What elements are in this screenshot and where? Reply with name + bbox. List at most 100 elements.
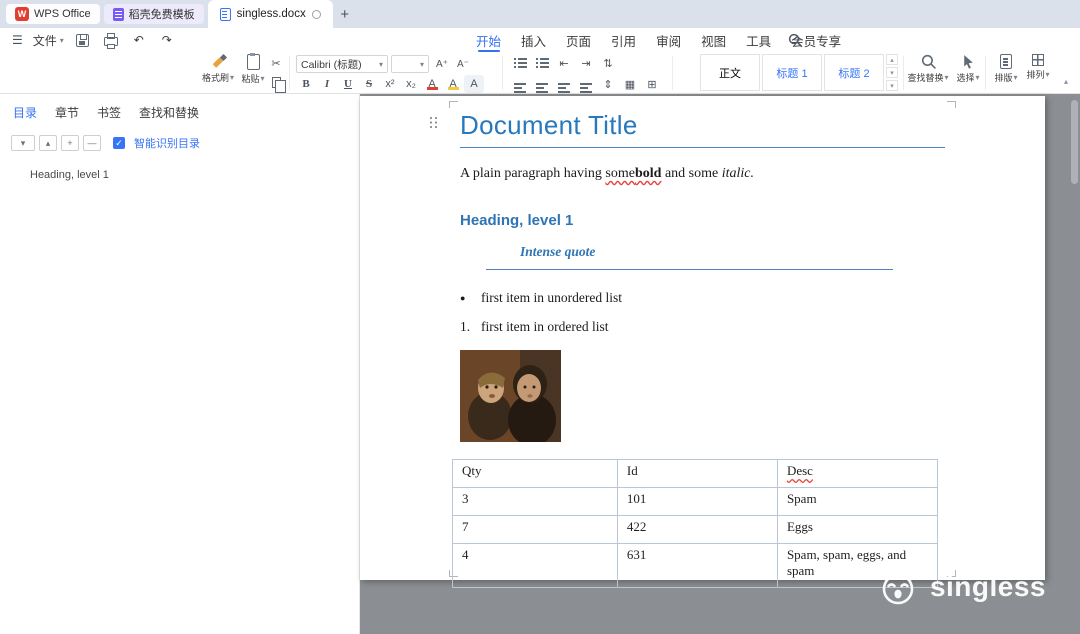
toc-zoom-in-button[interactable]: + [61, 135, 79, 151]
format-painter-button[interactable]: 格式刷▾ [202, 54, 234, 92]
highlight-button[interactable]: A [443, 75, 463, 93]
table-header-cell[interactable]: Id [617, 460, 777, 488]
shrink-font-button[interactable]: A⁻ [453, 55, 473, 73]
tab-references[interactable]: 引用 [601, 28, 646, 52]
toc-collapse-button[interactable]: ▴ [39, 135, 57, 151]
table-cell[interactable]: 3 [453, 488, 618, 516]
table-cell[interactable]: Eggs [777, 516, 937, 544]
smart-toc-checkbox[interactable]: ✓ [113, 137, 125, 149]
vertical-scrollbar[interactable] [1071, 100, 1078, 184]
toc-item-heading1[interactable]: Heading, level 1 [30, 169, 359, 181]
font-name-select[interactable]: Calibri (标题) ▾ [296, 55, 388, 73]
select-button[interactable]: 选择▾ [952, 54, 984, 92]
tab-review[interactable]: 审阅 [646, 28, 691, 52]
paste-icon [247, 54, 260, 70]
copy-button[interactable] [266, 73, 286, 91]
strikethrough-button[interactable]: S [359, 75, 379, 93]
list-item-text: first item in ordered list [481, 319, 608, 335]
style-heading2[interactable]: 标题 2 [824, 54, 884, 91]
heading-level-1[interactable]: Heading, level 1 [460, 212, 945, 229]
copy-icon [272, 77, 281, 88]
table-cell[interactable]: 422 [617, 516, 777, 544]
tab-page[interactable]: 页面 [556, 28, 601, 52]
main-menu-icon[interactable]: ☰ [12, 33, 23, 47]
collapse-ribbon-button[interactable]: ▴ [1056, 72, 1076, 90]
search-icon[interactable] [788, 33, 802, 50]
chevron-down-icon: ▾ [230, 73, 234, 82]
borders-button[interactable]: ⊞ [642, 75, 662, 93]
tab-home[interactable]: 开始 [466, 28, 511, 52]
document-tab-label: singless.docx [237, 8, 306, 20]
font-size-select[interactable]: ▾ [391, 55, 429, 73]
arrange-label: 排列 [1026, 68, 1044, 81]
subscript-button[interactable]: x₂ [401, 75, 421, 93]
paste-label: 粘贴 [241, 72, 259, 85]
line-spacing-button[interactable]: ⇕ [598, 75, 618, 93]
nav-tab-contents[interactable]: 目录 [13, 104, 37, 121]
bold-button[interactable]: B [296, 75, 316, 93]
outdent-button[interactable]: ⇤ [554, 54, 574, 72]
bullet-list-button[interactable] [510, 54, 530, 72]
nav-tab-bookmarks[interactable]: 书签 [97, 104, 121, 121]
gallery-up-button[interactable]: ▴ [886, 54, 898, 65]
misspelled-word: Desc [787, 463, 813, 478]
docer-template-tab[interactable]: 稻壳免费模板 [104, 4, 204, 24]
new-tab-button[interactable]: + [335, 4, 355, 24]
document-tab[interactable]: singless.docx [208, 0, 333, 28]
body-paragraph[interactable]: A plain paragraph having somebold and so… [460, 166, 945, 182]
table-header-cell[interactable]: Qty [453, 460, 618, 488]
print-button[interactable] [102, 31, 120, 49]
shading-button[interactable]: ▦ [620, 75, 640, 93]
paste-button[interactable]: 粘贴▾ [237, 54, 269, 92]
sort-button[interactable]: ⇅ [598, 54, 618, 72]
intense-quote[interactable]: Intense quote [486, 244, 893, 270]
justify-button[interactable] [576, 75, 596, 93]
ordered-list-item[interactable]: 1. first item in ordered list [460, 319, 945, 335]
style-normal[interactable]: 正文 [700, 54, 760, 91]
char-shading-button[interactable]: A [464, 75, 484, 93]
table-cell[interactable]: 101 [617, 488, 777, 516]
arrange-button[interactable]: 排列▾ [1022, 54, 1054, 92]
save-button[interactable] [74, 31, 92, 49]
document-photo[interactable] [460, 350, 561, 442]
wps-home-tab[interactable]: W WPS Office [6, 4, 100, 24]
tab-view[interactable]: 视图 [691, 28, 736, 52]
italic-button[interactable]: I [317, 75, 337, 93]
paragraph-drag-handle-icon[interactable] [430, 117, 438, 129]
indent-button[interactable]: ⇥ [576, 54, 596, 72]
table-header-cell[interactable]: Desc [777, 460, 937, 488]
cut-button[interactable]: ✂ [266, 54, 286, 72]
unordered-list-item[interactable]: ● first item in unordered list [460, 290, 945, 306]
file-menu[interactable]: 文件 ▾ [33, 32, 64, 49]
toc-level-dropdown[interactable]: ▾ [11, 135, 35, 151]
redo-button[interactable]: ↷ [158, 31, 176, 49]
style-heading1[interactable]: 标题 1 [762, 54, 822, 91]
table-cell[interactable]: Spam [777, 488, 937, 516]
numbered-list-button[interactable] [532, 54, 552, 72]
document-title[interactable]: Document Title [460, 110, 945, 148]
tab-tools[interactable]: 工具 [736, 28, 781, 52]
document-table[interactable]: Qty Id Desc 3 101 Spam 7 422 Eggs [452, 459, 938, 588]
sync-status-icon[interactable] [312, 10, 321, 19]
toc-zoom-out-button[interactable]: — [83, 135, 101, 151]
grow-font-button[interactable]: A⁺ [432, 55, 452, 73]
bullet-icon: ● [460, 290, 481, 306]
find-replace-button[interactable]: 查找替换▾ [908, 54, 948, 92]
undo-button[interactable]: ↶ [130, 31, 148, 49]
typeset-button[interactable]: 排版▾ [990, 54, 1022, 92]
table-cell[interactable]: 4 [453, 544, 618, 588]
nav-tab-find-replace[interactable]: 查找和替换 [139, 104, 199, 121]
gallery-more-button[interactable]: ▾ [886, 80, 898, 91]
align-left-button[interactable] [510, 75, 530, 93]
table-cell[interactable]: 631 [617, 544, 777, 588]
font-color-button[interactable]: A [422, 75, 442, 93]
tab-insert[interactable]: 插入 [511, 28, 556, 52]
table-cell[interactable]: 7 [453, 516, 618, 544]
align-right-button[interactable] [554, 75, 574, 93]
underline-button[interactable]: U [338, 75, 358, 93]
document-page[interactable]: Document Title A plain paragraph having … [360, 96, 1045, 580]
gallery-down-button[interactable]: ▾ [886, 67, 898, 78]
superscript-button[interactable]: x² [380, 75, 400, 93]
nav-tab-sections[interactable]: 章节 [55, 104, 79, 121]
align-center-button[interactable] [532, 75, 552, 93]
